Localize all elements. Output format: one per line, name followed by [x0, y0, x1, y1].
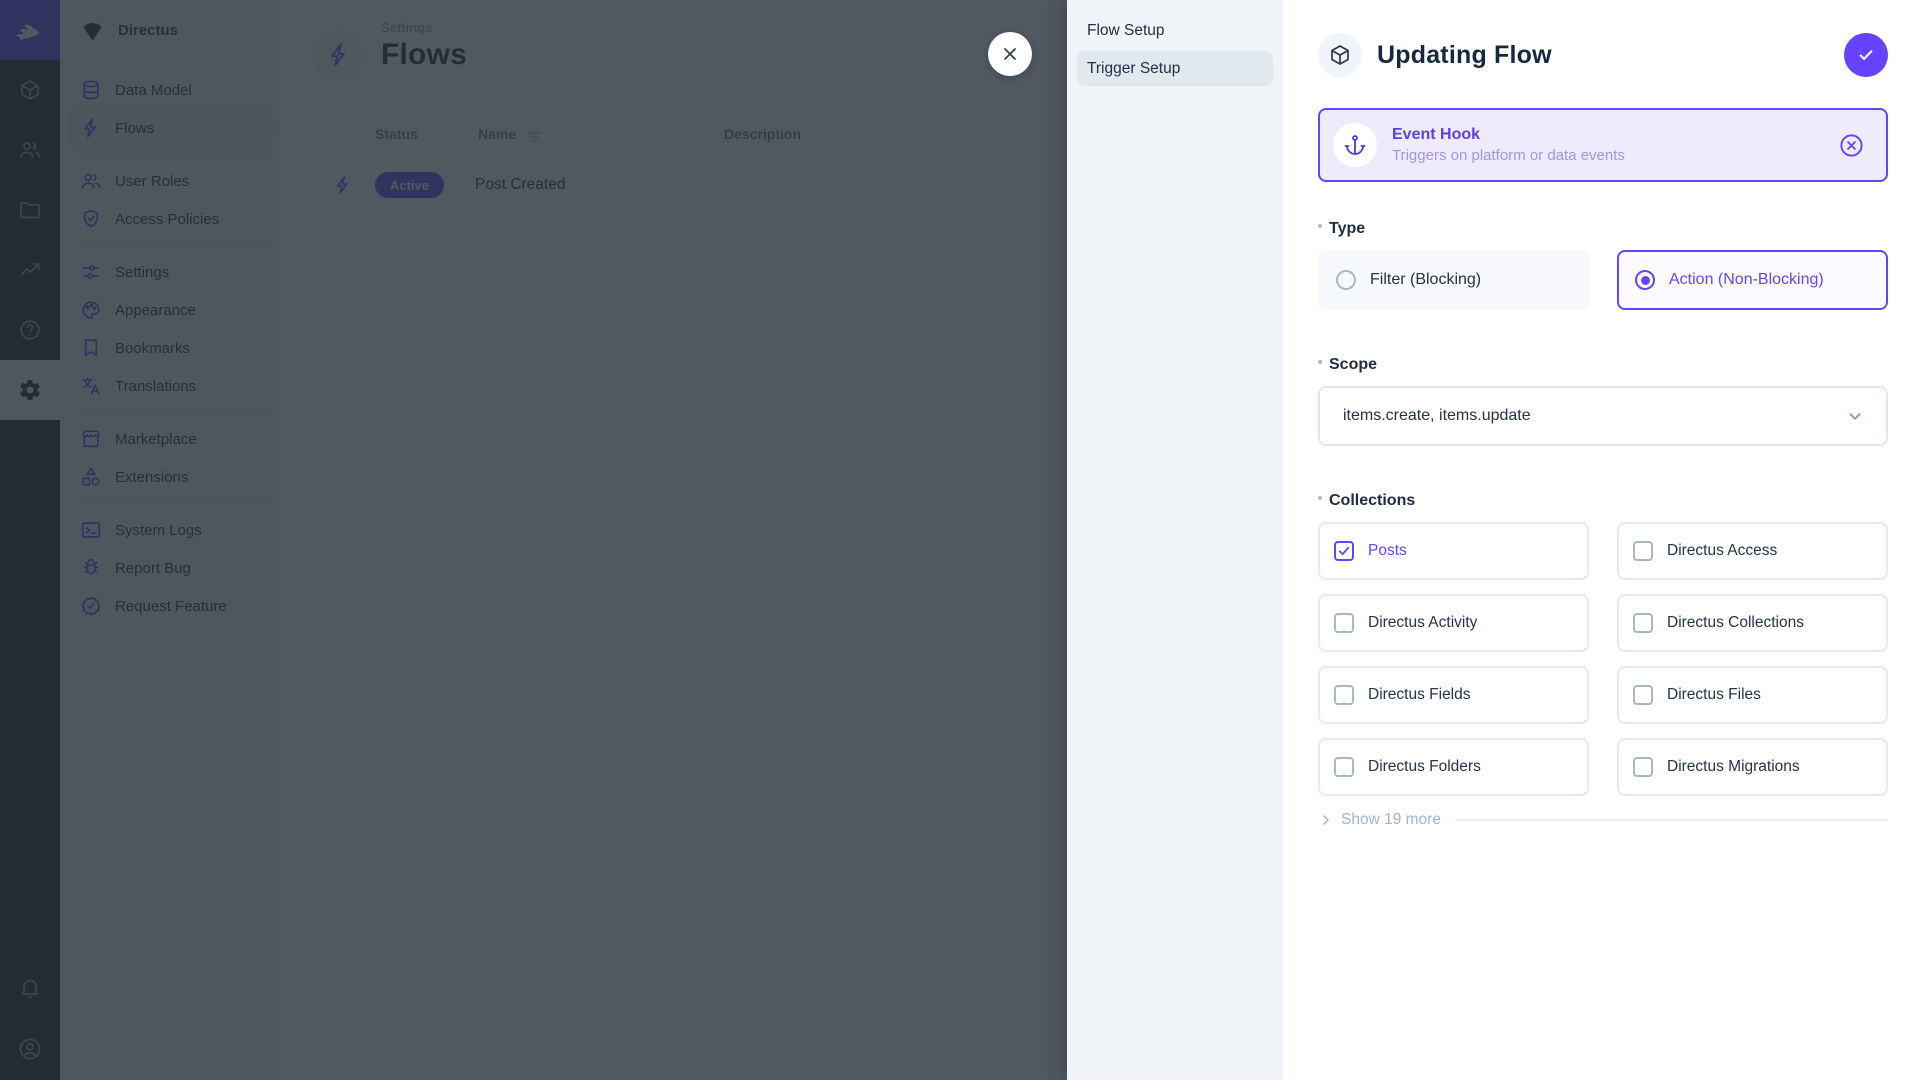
type-options: Filter (Blocking) Action (Non-Blocking): [1318, 250, 1888, 310]
show-more-label: Show 19 more: [1341, 811, 1441, 829]
checkbox-directus-collections[interactable]: Directus Collections: [1617, 594, 1888, 652]
remove-trigger-button[interactable]: [1838, 132, 1865, 159]
field-label: Collections: [1329, 492, 1415, 510]
trigger-type-description: Triggers on platform or data events: [1392, 147, 1625, 164]
collections-field: Collections Posts Directus Access: [1318, 492, 1888, 829]
banner-text: Event Hook Triggers on platform or data …: [1392, 126, 1625, 164]
checkbox-icon: [1334, 685, 1354, 705]
scope-field-label-row: Scope: [1318, 356, 1888, 374]
field-label: Scope: [1329, 356, 1377, 374]
drawer-title: Updating Flow: [1377, 41, 1552, 70]
scope-field: Scope items.create, items.update: [1318, 356, 1888, 446]
panel-header: Updating Flow: [1318, 33, 1888, 77]
drawer-nav-flow-setup[interactable]: Flow Setup: [1077, 13, 1273, 48]
checkbox-icon: [1633, 757, 1653, 777]
required-dot: [1318, 224, 1322, 228]
required-dot: [1318, 360, 1322, 364]
collections-field-label-row: Collections: [1318, 492, 1888, 510]
radio-checked-icon: [1635, 270, 1655, 290]
package-icon: [1318, 33, 1362, 77]
checkbox-directus-migrations[interactable]: Directus Migrations: [1617, 738, 1888, 796]
checkbox-directus-folders[interactable]: Directus Folders: [1318, 738, 1589, 796]
collections-grid: Posts Directus Access Directus Activity …: [1318, 522, 1888, 796]
type-field-label-row: Type: [1318, 220, 1888, 238]
checkbox-directus-fields[interactable]: Directus Fields: [1318, 666, 1589, 724]
trigger-setup-panel: Updating Flow Event Hook Triggers on pla…: [1283, 0, 1920, 1080]
anchor-icon: [1333, 123, 1377, 167]
checkbox-icon: [1633, 613, 1653, 633]
event-hook-banner[interactable]: Event Hook Triggers on platform or data …: [1318, 108, 1888, 182]
chevron-down-icon: [1844, 405, 1866, 427]
scope-select-value: items.create, items.update: [1343, 407, 1531, 425]
drawer-overlay-scrim[interactable]: [0, 0, 1067, 1080]
radio-action-non-blocking[interactable]: Action (Non-Blocking): [1617, 250, 1888, 310]
close-icon: [1000, 44, 1020, 64]
close-drawer-button[interactable]: [988, 32, 1032, 76]
checkbox-icon: [1334, 613, 1354, 633]
check-icon: [1856, 45, 1876, 65]
chevron-right-icon: [1318, 812, 1334, 828]
scope-select[interactable]: items.create, items.update: [1318, 386, 1888, 446]
checkbox-icon: [1633, 541, 1653, 561]
save-button[interactable]: [1844, 33, 1888, 77]
show-more-button[interactable]: Show 19 more: [1318, 811, 1888, 829]
circle-x-icon: [1838, 132, 1865, 159]
show-more-divider: [1455, 819, 1888, 821]
checkbox-icon: [1633, 685, 1653, 705]
checkbox-directus-files[interactable]: Directus Files: [1617, 666, 1888, 724]
directus-app: Directus Data Model Flows User Roles Acc…: [0, 0, 1920, 1080]
checkbox-posts[interactable]: Posts: [1318, 522, 1589, 580]
trigger-type-name: Event Hook: [1392, 126, 1625, 144]
radio-unchecked-icon: [1336, 270, 1356, 290]
checkbox-directus-activity[interactable]: Directus Activity: [1318, 594, 1589, 652]
drawer-nav: Flow Setup Trigger Setup: [1067, 0, 1283, 1080]
field-label: Type: [1329, 220, 1365, 238]
checkbox-icon: [1334, 757, 1354, 777]
type-field: Type Filter (Blocking) Action (Non-Block…: [1318, 220, 1888, 310]
radio-filter-blocking[interactable]: Filter (Blocking): [1318, 250, 1589, 310]
checkbox-directus-access[interactable]: Directus Access: [1617, 522, 1888, 580]
required-dot: [1318, 496, 1322, 500]
flow-drawer: Flow Setup Trigger Setup Updating Flow: [1067, 0, 1920, 1080]
checkbox-checked-icon: [1334, 541, 1354, 561]
drawer-nav-trigger-setup[interactable]: Trigger Setup: [1077, 51, 1273, 86]
